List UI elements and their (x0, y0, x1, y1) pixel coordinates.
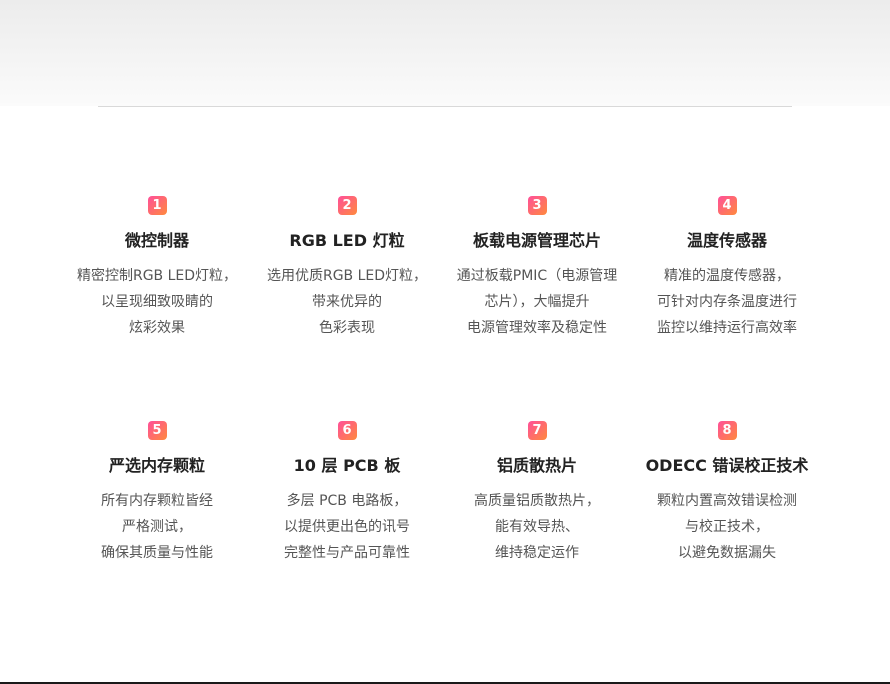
number-badge: 3 (527, 196, 547, 215)
feature-description: 颗粒内置高效错误检测 与校正技术， 以避免数据漏失 (629, 488, 825, 566)
feature-description: 高质量铝质散热片， 能有效导热、 维持稳定运作 (439, 488, 635, 566)
feature-memory-chips: 5 严选内存颗粒 所有内存颗粒皆经 严格测试， 确保其质量与性能 (59, 421, 255, 566)
description-line: 炫彩效果 (129, 320, 185, 336)
feature-title: RGB LED 灯粒 (289, 231, 405, 250)
feature-description: 选用优质RGB LED灯粒， 带来优异的 色彩表现 (249, 263, 445, 341)
feature-microcontroller: 1 微控制器 精密控制RGB LED灯粒， 以呈现细致吸睛的 炫彩效果 (59, 196, 255, 341)
number-badge: 5 (147, 421, 167, 440)
feature-title: 温度传感器 (686, 231, 767, 250)
description-line: 监控以维持运行高效率 (657, 320, 797, 336)
feature-pcb: 6 10 层 PCB 板 多层 PCB 电路板， 以提供更出色的讯号 完整性与产… (249, 421, 445, 566)
feature-heatsink: 7 铝质散热片 高质量铝质散热片， 能有效导热、 维持稳定运作 (439, 421, 635, 566)
description-line: 高质量铝质散热片， (474, 493, 600, 509)
description-line: 颗粒内置高效错误检测 (657, 493, 797, 509)
feature-pmic: 3 板载电源管理芯片 通过板载PMIC（电源管理 芯片），大幅提升 电源管理效率… (439, 196, 635, 341)
description-line: 以避免数据漏失 (678, 545, 776, 561)
feature-description: 精密控制RGB LED灯粒， 以呈现细致吸睛的 炫彩效果 (59, 263, 255, 341)
feature-temperature-sensor: 4 温度传感器 精准的温度传感器， 可针对内存条温度进行 监控以维持运行高效率 (629, 196, 825, 341)
feature-title: 严选内存颗粒 (108, 456, 205, 475)
number-badge: 2 (337, 196, 357, 215)
feature-description: 多层 PCB 电路板， 以提供更出色的讯号 完整性与产品可靠性 (249, 488, 445, 566)
description-line: 精密控制RGB LED灯粒， (76, 268, 238, 284)
description-line: 电源管理效率及稳定性 (467, 320, 607, 336)
feature-description: 所有内存颗粒皆经 严格测试， 确保其质量与性能 (59, 488, 255, 566)
feature-description: 通过板载PMIC（电源管理 芯片），大幅提升 电源管理效率及稳定性 (439, 263, 635, 341)
description-line: 选用优质RGB LED灯粒， (266, 268, 428, 284)
description-line: 确保其质量与性能 (101, 545, 213, 561)
feature-title: 10 层 PCB 板 (293, 456, 401, 475)
number-badge: 8 (717, 421, 737, 440)
description-line: 精准的温度传感器， (664, 268, 790, 284)
description-line: 能有效导热、 (495, 519, 579, 535)
divider-top (98, 106, 792, 107)
feature-description: 精准的温度传感器， 可针对内存条温度进行 监控以维持运行高效率 (629, 263, 825, 341)
header-band (0, 0, 890, 106)
description-line: 多层 PCB 电路板， (286, 493, 408, 509)
number-badge: 4 (717, 196, 737, 215)
description-line: 色彩表现 (319, 320, 375, 336)
description-line: 带来优异的 (312, 294, 382, 310)
description-line: 与校正技术， (685, 519, 769, 535)
description-line: 严格测试， (122, 519, 192, 535)
number-badge: 1 (147, 196, 167, 215)
description-line: 所有内存颗粒皆经 (101, 493, 213, 509)
description-line: 以提供更出色的讯号 (284, 519, 410, 535)
number-badge: 6 (337, 421, 357, 440)
feature-title: 铝质散热片 (496, 456, 577, 475)
feature-title: 微控制器 (124, 231, 189, 250)
description-line: 通过板载PMIC（电源管理 (456, 268, 618, 284)
description-line: 可针对内存条温度进行 (657, 294, 797, 310)
description-line: 维持稳定运作 (495, 545, 579, 561)
feature-rgb-led: 2 RGB LED 灯粒 选用优质RGB LED灯粒， 带来优异的 色彩表现 (249, 196, 445, 341)
description-line: 完整性与产品可靠性 (284, 545, 410, 561)
feature-title: 板载电源管理芯片 (472, 231, 601, 250)
feature-title: ODECC 错误校正技术 (645, 456, 809, 475)
feature-odecc: 8 ODECC 错误校正技术 颗粒内置高效错误检测 与校正技术， 以避免数据漏失 (629, 421, 825, 566)
description-line: 芯片），大幅提升 (484, 294, 590, 310)
description-line: 以呈现细致吸睛的 (101, 294, 213, 310)
number-badge: 7 (527, 421, 547, 440)
